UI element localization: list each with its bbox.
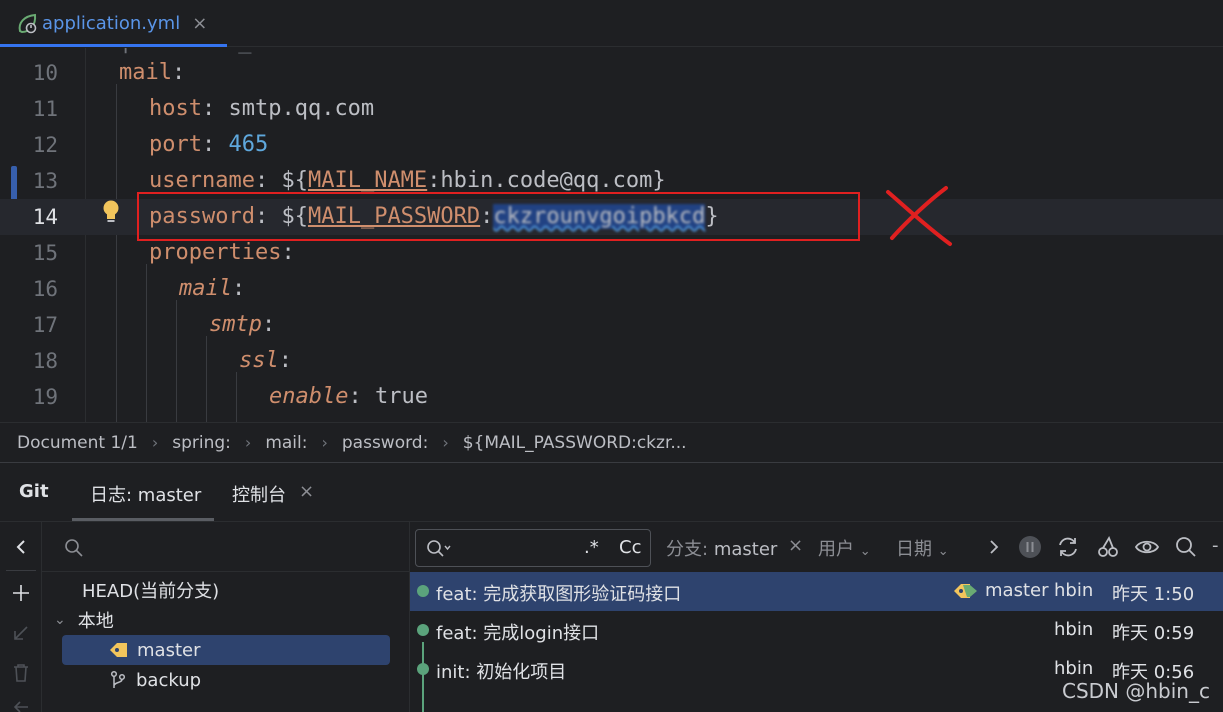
breadcrumb-item[interactable]: mail: [265,433,307,453]
commit-message: feat: 完成login接口 [436,623,600,644]
commit-author: hbin [1054,658,1094,679]
tab-close-icon[interactable]: × [192,13,207,34]
branch-tag-icon [954,583,977,598]
red-highlight-box [137,192,860,241]
breadcrumb-item[interactable]: spring: [172,433,231,453]
commit-filter-input[interactable]: .* Cc [415,529,651,567]
lightbulb-icon[interactable] [100,198,122,226]
breadcrumb-item[interactable]: Document 1/1 [17,433,138,453]
line-number: 10 [32,61,58,85]
tool-window-title: Git [19,481,49,502]
commit-message: init: 初始化项目 [436,662,567,683]
breadcrumb-item[interactable]: ${MAIL_PASSWORD:ckzr... [463,433,687,453]
tab-application-yml[interactable]: application.yml × [0,0,227,47]
git-branch-icon [110,670,126,688]
code-text: mail: [119,60,186,85]
tree-item-branch-master[interactable]: master [62,635,390,665]
tab-filename: application.yml [42,13,181,34]
code-text: ssl: [239,348,292,373]
close-icon[interactable]: × [299,481,314,502]
line-number: 18 [32,349,58,373]
branch-tag-icon [110,643,127,657]
commit-graph-node [417,624,429,636]
breadcrumb: Document 1/1 › spring: › mail: › passwor… [0,422,1223,462]
line-number: 19 [32,385,58,409]
red-cross-mark [880,180,960,250]
line-number: 11 [32,97,58,121]
code-text: smtp: [209,312,276,337]
code-line: 18 ssl: [0,343,1223,379]
code-line: 12 port: 465 [0,127,1223,163]
eye-icon[interactable] [1135,535,1159,559]
code-line: 11 host: smtp.qq.com [0,91,1223,127]
commit-message: feat: 完成获取图形验证码接口 [436,584,682,605]
arrow-left-icon[interactable] [8,694,34,712]
refresh-icon[interactable] [1056,535,1080,559]
tree-item-head[interactable]: HEAD(当前分支) [82,575,219,605]
breadcrumb-item[interactable]: password: [342,433,428,453]
git-tool-window: Git 日志: master 控制台 × HEAD(当前分支) ⌄ 本地 mas… [0,462,1223,712]
collapse-panel-icon[interactable] [8,534,34,560]
line-number: 12 [32,133,58,157]
more-icon[interactable]: - [1212,535,1219,556]
code-text: host: smtp.qq.com [149,96,375,121]
commit-date: 昨天 1:50 [1112,584,1195,605]
editor-tab-bar: application.yml × [0,0,1223,47]
user-filter[interactable]: 用户 ⌄ [818,535,871,561]
chevron-right-icon[interactable] [982,535,1006,559]
left-toolbar [0,522,42,712]
commit-row[interactable]: feat: 完成获取图形验证码接口 master hbin 昨天 1:50 [410,572,1223,611]
commit-graph-node [417,585,429,597]
branch-search-input[interactable] [42,522,410,572]
search-icon [65,539,83,557]
spring-icon [14,11,40,37]
branch-label: master [953,580,1048,601]
chevron-right-icon: › [151,433,159,452]
chevron-right-icon: › [442,433,449,452]
tree-item-local[interactable]: ⌄ 本地 [54,605,114,635]
line-number: 15 [32,241,58,265]
line-number: 17 [32,313,58,337]
tool-window-header: Git 日志: master 控制台 × [0,463,1223,521]
branch-filter[interactable]: 分支: master [666,535,777,561]
log-toolbar: .* Cc 分支: master × 用户 ⌄ 日期 ⌄ - [410,522,1223,572]
tab-log-master[interactable]: 日志: master [90,481,201,507]
regex-toggle[interactable]: .* [584,537,599,558]
commit-graph-node [417,663,429,675]
chevron-down-icon: ⌄ [54,612,66,628]
pause-icon[interactable] [1018,535,1042,559]
cherry-pick-icon[interactable] [1096,535,1120,559]
commit-author: hbin [1054,619,1094,640]
divider [6,570,36,571]
commit-row[interactable]: feat: 完成login接口 hbin 昨天 0:59 [410,611,1223,650]
line-number: 14 [32,205,58,229]
search-history-icon [427,540,451,557]
code-line: 16 mail: [0,271,1223,307]
code-line: 19 enable: true [0,379,1223,415]
clear-branch-filter-icon[interactable]: × [788,535,803,556]
code-line: 10 mail: [0,55,1223,91]
code-text: port: 465 [149,132,269,157]
line-number: 13 [32,169,58,193]
active-tab-indicator [0,44,227,47]
arrow-down-left-icon[interactable] [8,620,34,646]
add-icon[interactable] [8,580,34,606]
commit-date: 昨天 0:59 [1112,623,1195,644]
search-icon[interactable] [1174,535,1198,559]
watermark: CSDN @hbin_c [1062,679,1210,703]
code-text: mail: [179,276,246,301]
code-line: 17 smtp: [0,307,1223,343]
branches-pane: HEAD(当前分支) ⌄ 本地 master backup [42,522,410,712]
tab-console[interactable]: 控制台 [232,481,286,507]
date-filter[interactable]: 日期 ⌄ [896,535,949,561]
tree-item-branch-backup[interactable]: backup [110,665,201,695]
chevron-right-icon: › [244,433,252,452]
git-log-body: HEAD(当前分支) ⌄ 本地 master backup .* Cc 分支: … [0,521,1223,712]
chevron-right-icon: › [321,433,328,452]
line-number: 16 [32,277,58,301]
delete-icon[interactable] [8,660,34,686]
match-case-toggle[interactable]: Cc [619,537,641,558]
commit-author: hbin [1054,580,1094,601]
code-text: enable: true [269,384,428,409]
